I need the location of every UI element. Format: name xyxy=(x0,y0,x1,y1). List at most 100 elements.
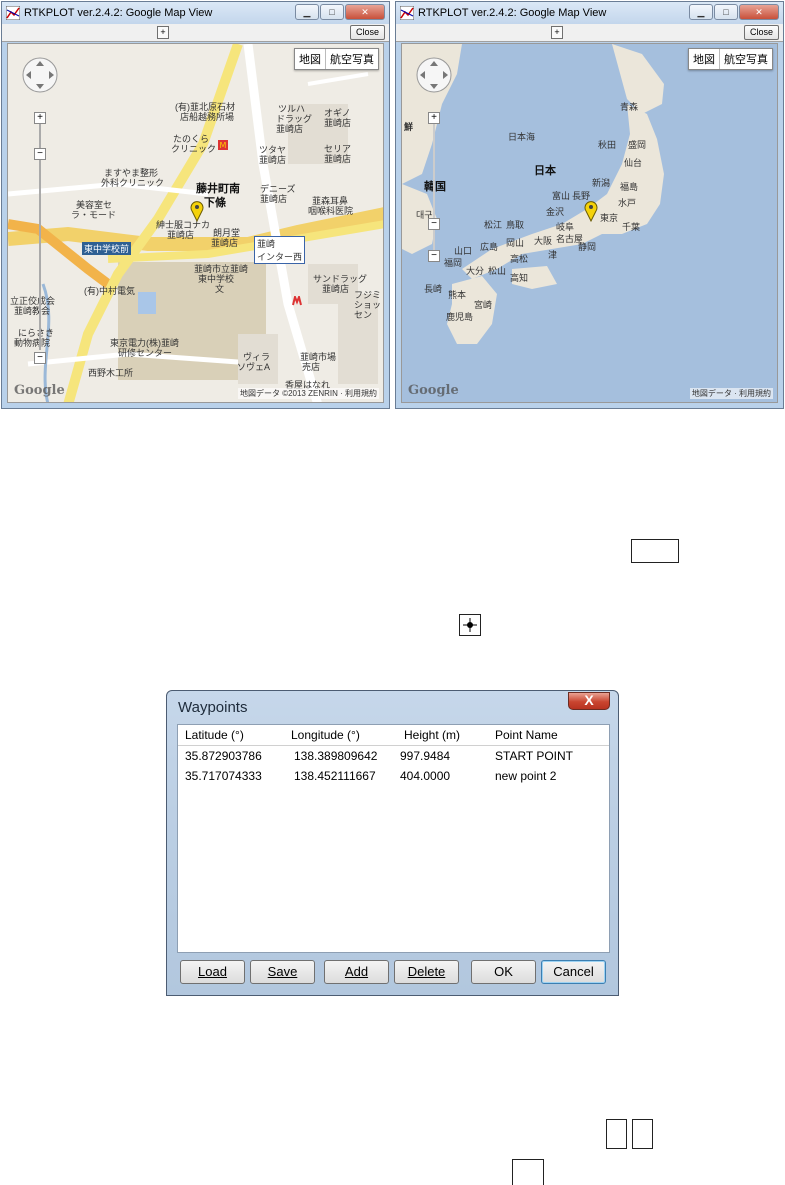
map-label: 青森 xyxy=(620,102,639,112)
map-type-control: 地図 航空写真 xyxy=(294,48,379,70)
map-label: 松江 xyxy=(484,220,503,230)
map-label: セン xyxy=(354,310,373,320)
map-type-map-button[interactable]: 地図 xyxy=(689,49,719,69)
title-bar[interactable]: RTKPLOT ver.2.4.2: Google Map View ▁ □ ✕ xyxy=(396,2,783,24)
title-bar[interactable]: RTKPLOT ver.2.4.2: Google Map View ▁ □ ✕ xyxy=(2,2,389,24)
interchange-label: 韮崎 インター西 xyxy=(254,236,306,264)
window-title: RTKPLOT ver.2.4.2: Google Map View xyxy=(24,7,213,19)
dialog-button-bar: Load Save Add Delete OK Cancel xyxy=(178,960,610,984)
column-header-height[interactable]: Height (m) xyxy=(404,728,460,742)
point-name-cell[interactable]: START POINT xyxy=(495,749,573,763)
map-label: 福岡 xyxy=(444,258,463,268)
dialog-close-button[interactable]: X xyxy=(568,692,610,710)
column-header-point-name[interactable]: Point Name xyxy=(495,728,558,742)
map-label: 仙台 xyxy=(624,158,643,168)
map-type-satellite-button[interactable]: 航空写真 xyxy=(719,49,772,69)
cancel-button[interactable]: Cancel xyxy=(541,960,606,984)
longitude-cell[interactable]: 138.452111667 xyxy=(294,769,376,783)
crosshair-icon xyxy=(463,618,477,632)
waypoints-dialog: Waypoints X Latitude (°) Longitude (°) H… xyxy=(166,690,619,996)
table-row[interactable]: 35.872903786 138.389809642 997.9484 STAR… xyxy=(178,746,609,766)
map-type-map-button[interactable]: 地図 xyxy=(295,49,325,69)
map-label: 韮崎店 xyxy=(324,154,352,164)
window-close-button[interactable]: ✕ xyxy=(739,4,779,20)
close-button[interactable]: Close xyxy=(743,25,779,40)
crosshair-button-image xyxy=(459,614,481,636)
close-button[interactable]: Close xyxy=(349,25,385,40)
map-label: (有)中村電気 xyxy=(84,286,135,296)
zoom-out-button[interactable]: − xyxy=(428,250,440,262)
maximize-button[interactable]: □ xyxy=(320,4,344,20)
zoom-handle[interactable]: − xyxy=(428,218,440,230)
japan-map[interactable]: 鮮 日本海 日本 韓国 青森 秋田 盛岡 仙台 新潟 福島 水戸 東京 千葉 長… xyxy=(401,43,778,403)
load-label: Load xyxy=(198,964,227,979)
map-label: 岡山 xyxy=(506,238,525,248)
load-button[interactable]: Load xyxy=(180,960,245,984)
map-type-satellite-button[interactable]: 航空写真 xyxy=(325,49,378,69)
map-label: 下條 xyxy=(204,197,226,209)
map-label: ラ・モード xyxy=(71,210,117,220)
location-marker-icon[interactable] xyxy=(190,200,204,222)
map-label: 富山 xyxy=(552,191,571,201)
map-label: 西野木工所 xyxy=(88,368,134,378)
height-cell[interactable]: 404.0000 xyxy=(400,769,450,783)
pan-control-icon[interactable] xyxy=(415,56,453,94)
map-label: 熊本 xyxy=(448,290,467,300)
map-label: 長崎 xyxy=(424,284,443,294)
map-label: ソヴェA xyxy=(237,362,271,372)
column-header-latitude[interactable]: Latitude (°) xyxy=(185,728,244,742)
map-label: 大分 xyxy=(466,266,485,276)
map-label: 高松 xyxy=(510,254,529,264)
delete-label: Delete xyxy=(407,964,446,979)
save-button[interactable]: Save xyxy=(250,960,315,984)
window-close-button[interactable]: ✕ xyxy=(345,4,385,20)
inline-button-image xyxy=(512,1159,544,1185)
center-map-button[interactable]: + xyxy=(157,26,169,39)
map-label: 秋田 xyxy=(598,140,617,150)
map-label: 千葉 xyxy=(622,222,641,232)
ok-button[interactable]: OK xyxy=(471,960,536,984)
google-logo: Google xyxy=(408,383,459,398)
location-marker-icon[interactable] xyxy=(584,200,598,222)
map-label: 津 xyxy=(548,250,558,260)
map-type-control: 地図 航空写真 xyxy=(688,48,773,70)
point-name-cell[interactable]: new point 2 xyxy=(495,769,556,783)
zoom-in-button[interactable]: + xyxy=(428,112,440,124)
minimize-button[interactable]: ▁ xyxy=(689,4,713,20)
map-label: 鮮 xyxy=(404,122,414,132)
map-label: 韮崎店 xyxy=(259,155,287,165)
map-label: 宮崎 xyxy=(474,300,493,310)
map-label: 韮崎店 xyxy=(260,194,288,204)
waypoints-table[interactable]: Latitude (°) Longitude (°) Height (m) Po… xyxy=(177,724,610,953)
longitude-cell[interactable]: 138.389809642 xyxy=(294,749,377,763)
table-row[interactable]: 35.717074333 138.452111667 404.0000 new … xyxy=(178,766,609,786)
map-copyright[interactable]: 地図データ ©2013 ZENRIN · 利用規約 xyxy=(237,388,379,399)
map-label: 金沢 xyxy=(546,207,565,217)
height-cell[interactable]: 997.9484 xyxy=(400,749,450,763)
delete-button[interactable]: Delete xyxy=(394,960,459,984)
map-label: 東中学校前 xyxy=(82,242,132,255)
column-header-longitude[interactable]: Longitude (°) xyxy=(291,728,360,742)
center-map-button[interactable]: + xyxy=(551,26,563,39)
zoom-out-button[interactable]: − xyxy=(34,352,46,364)
map-label: 外科クリニック xyxy=(101,178,165,188)
map-copyright[interactable]: 地図データ · 利用規約 xyxy=(689,388,773,399)
street-map[interactable]: (有)韮北原石材 店船越務所場 ツルハ ドラッグ 韮崎店 オギノ 韮崎店 たのく… xyxy=(7,43,384,403)
map-label: 松山 xyxy=(488,266,507,276)
map-label: 韮崎 xyxy=(257,239,276,249)
map-label: 鳥取 xyxy=(506,220,525,230)
zoom-slider[interactable]: + − − xyxy=(428,112,440,262)
minimize-button[interactable]: ▁ xyxy=(295,4,319,20)
latitude-cell[interactable]: 35.872903786 xyxy=(185,749,262,763)
latitude-cell[interactable]: 35.717074333 xyxy=(185,769,262,783)
map-label: 広島 xyxy=(480,242,499,252)
zoom-slider[interactable]: + − − xyxy=(34,112,46,366)
map-label: 新潟 xyxy=(592,178,611,188)
add-button[interactable]: Add xyxy=(324,960,389,984)
maximize-button[interactable]: □ xyxy=(714,4,738,20)
zoom-in-button[interactable]: + xyxy=(34,112,46,124)
pan-control-icon[interactable] xyxy=(21,56,59,94)
zoom-handle[interactable]: − xyxy=(34,148,46,160)
dialog-title: Waypoints xyxy=(178,699,248,716)
svg-text:M: M xyxy=(220,141,227,150)
